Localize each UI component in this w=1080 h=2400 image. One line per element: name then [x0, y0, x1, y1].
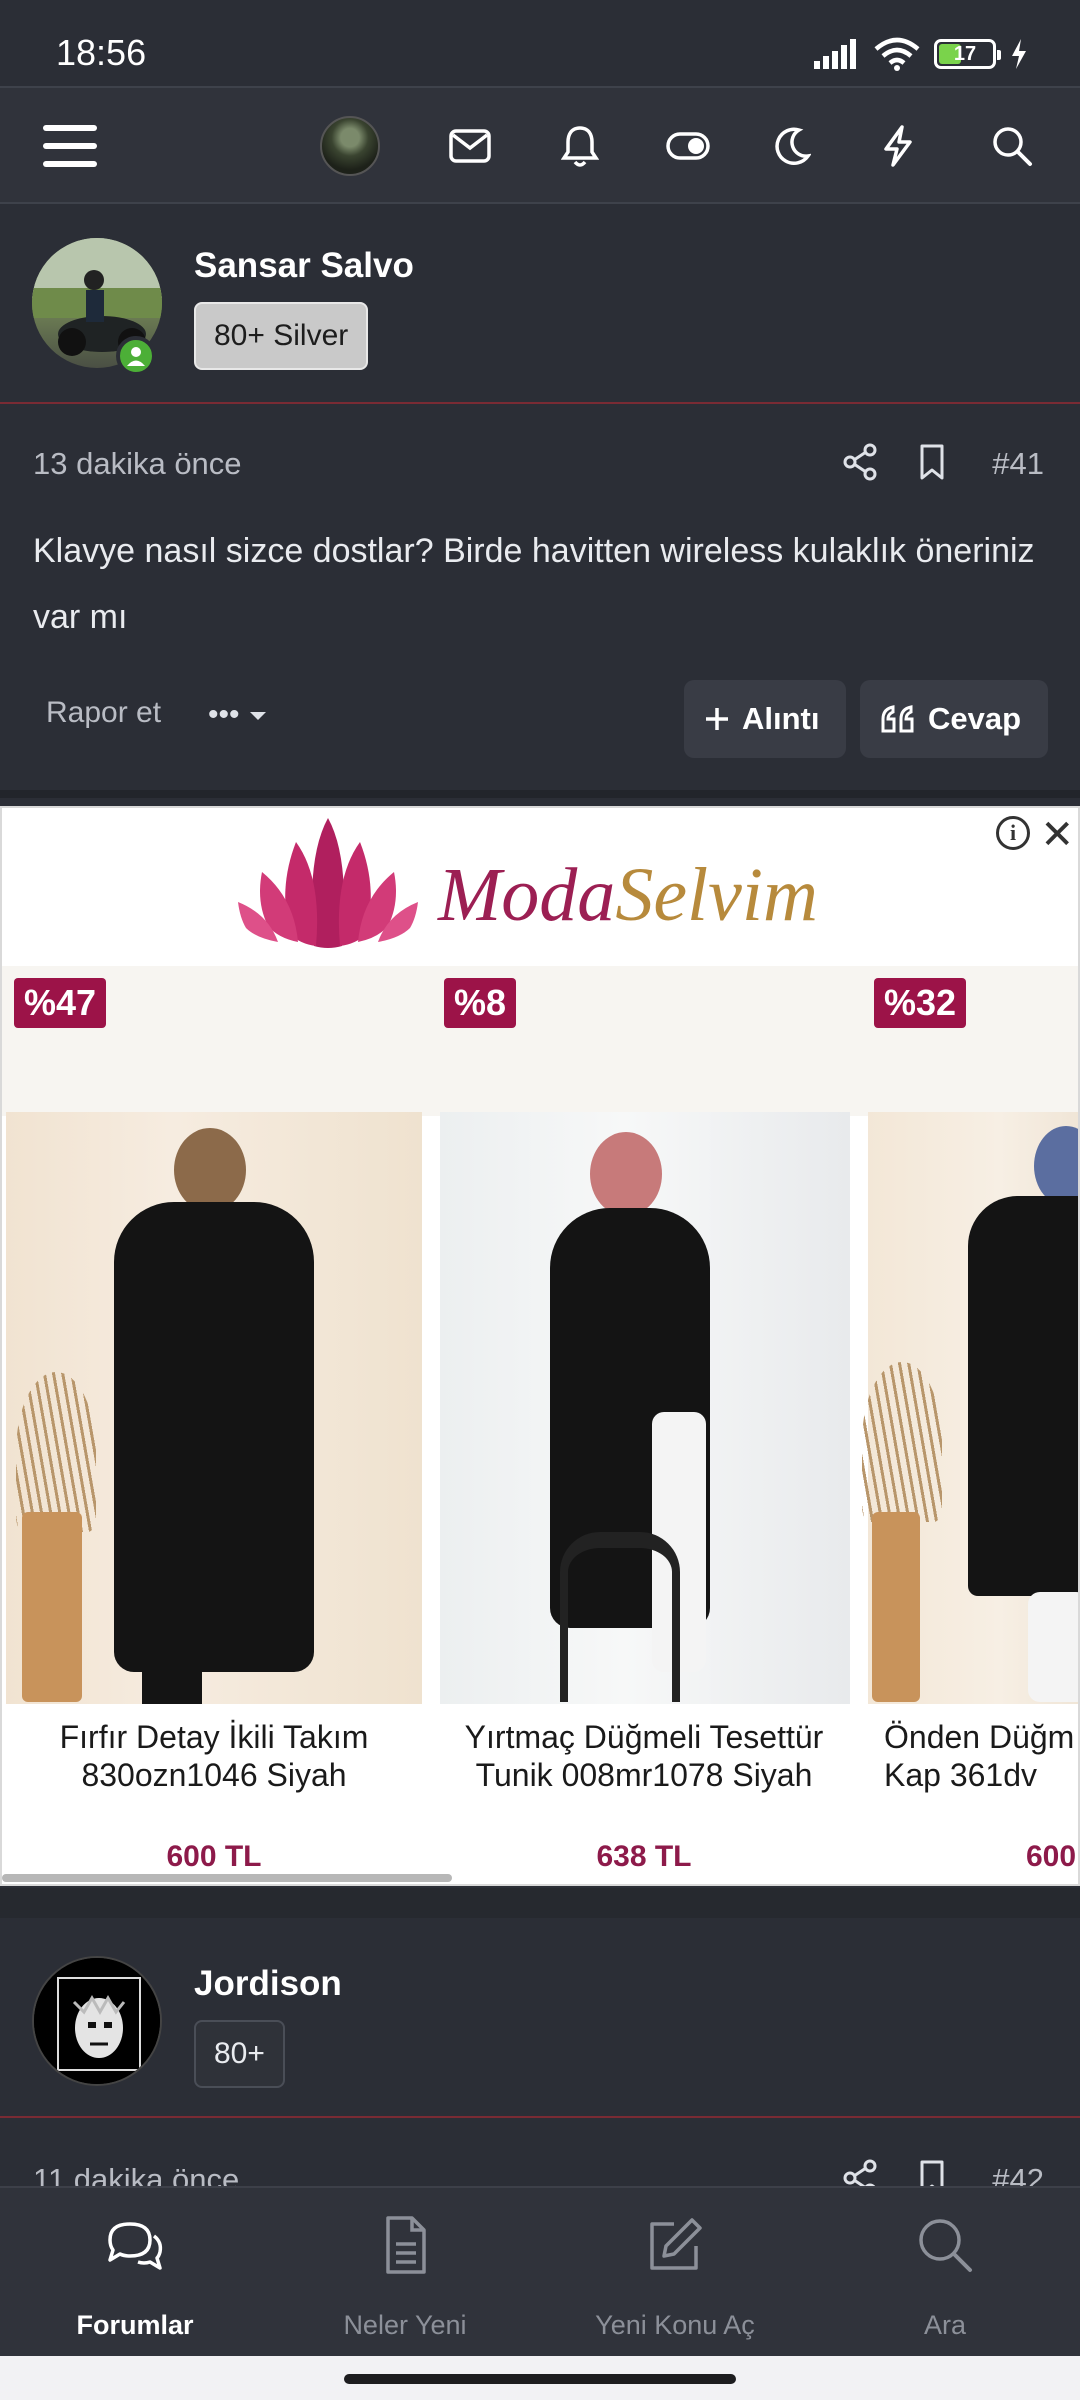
product-price: 600 TL: [166, 1840, 262, 1873]
battery-icon: 17: [934, 39, 1001, 69]
share-icon[interactable]: [840, 2158, 880, 2186]
reply-button[interactable]: Cevap: [860, 680, 1048, 758]
online-status-icon: [116, 336, 156, 376]
document-icon: [386, 2216, 426, 2274]
product-price: 600: [1026, 1840, 1077, 1873]
product-name: Yırtmaç Düğmeli Tesettür Tunik 008mr1078…: [464, 1719, 824, 1793]
advertisement-banner[interactable]: ModaSelvim i ✕ %47 Fırfır Detay İkili Ta…: [0, 806, 1080, 1886]
post-author-header: Jordison 80+: [0, 1920, 1080, 2118]
more-options-button[interactable]: •••: [208, 698, 268, 732]
menu-icon[interactable]: [38, 114, 102, 178]
product-name: Önden Düğm Kap 361dv: [884, 1719, 1075, 1793]
nav-whats-new[interactable]: Neler Yeni: [270, 2188, 540, 2358]
toggle-style-icon[interactable]: [656, 114, 720, 178]
nav-whats-new-label: Neler Yeni: [343, 2310, 467, 2340]
post-meta: 11 dakika önce #42: [0, 2128, 1080, 2186]
quote-marks-icon: [881, 705, 914, 733]
nav-search[interactable]: Ara: [810, 2188, 1080, 2358]
post-separator: [0, 790, 1080, 798]
bottom-navigation: Forumlar Neler Yeni Yeni Konu Aç Ara: [0, 2186, 1080, 2356]
forums-icon: [108, 2222, 163, 2270]
nav-forums[interactable]: Forumlar: [0, 2188, 270, 2358]
chevron-down-icon: [249, 712, 266, 721]
product-image: [440, 1112, 850, 1704]
more-dots: •••: [208, 698, 240, 731]
author-name[interactable]: Jordison: [194, 1964, 342, 2004]
quote-button[interactable]: Alıntı: [684, 680, 846, 758]
bell-icon[interactable]: [548, 114, 612, 178]
status-time: 18:56: [56, 32, 147, 73]
post-author-header: Sansar Salvo 80+ Silver: [0, 206, 1080, 404]
home-gesture-bar[interactable]: [344, 2374, 736, 2384]
wifi-icon: [874, 37, 920, 71]
charging-icon: [1012, 39, 1026, 69]
user-rank-badge: 80+ Silver: [194, 302, 369, 370]
post-time[interactable]: 11 dakika önce: [33, 2162, 239, 2186]
nav-forums-label: Forumlar: [76, 2310, 194, 2340]
post-separator: [0, 1888, 1080, 1918]
product-price: 638 TL: [596, 1840, 692, 1873]
post-number[interactable]: #41: [992, 446, 1044, 482]
plus-icon: [706, 708, 728, 730]
battery-level: 17: [953, 42, 977, 65]
user-rank-badge: 80+: [194, 2020, 285, 2088]
product-image: [6, 1112, 422, 1704]
nav-search-label: Ara: [923, 2310, 967, 2340]
gesture-area: [0, 2356, 1080, 2400]
status-icons: 17: [814, 34, 1028, 74]
lightning-icon[interactable]: [866, 114, 930, 178]
share-icon[interactable]: [840, 442, 880, 482]
search-icon[interactable]: [980, 114, 1044, 178]
top-navigation-bar: [0, 86, 1080, 204]
product-image: [862, 1112, 1078, 1704]
author-name[interactable]: Sansar Salvo: [194, 246, 414, 286]
discount-badge: %47: [14, 978, 107, 1028]
status-bar: 18:56 17: [0, 0, 1080, 86]
bookmark-icon[interactable]: [912, 2158, 952, 2186]
ad-scrollbar[interactable]: [2, 1874, 452, 1882]
nav-new-thread[interactable]: Yeni Konu Aç: [540, 2188, 810, 2358]
discount-badge: %8: [444, 978, 517, 1028]
discount-badge: %32: [874, 978, 967, 1028]
author-avatar[interactable]: [32, 1956, 162, 2086]
ad-product-card[interactable]: %32 Önden Düğm Kap 361dv 600: [862, 808, 1078, 1884]
signal-icon: [814, 39, 856, 69]
post-meta: 13 dakika önce #41: [0, 412, 1080, 512]
reply-label: Cevap: [928, 701, 1022, 736]
ad-product-card[interactable]: %8 Yırtmaç Düğmeli Tesettür Tunik 008mr1…: [432, 808, 852, 1884]
post-message: Klavye nasıl sizce dostlar? Birde havitt…: [33, 532, 1035, 636]
search-icon: [919, 2219, 972, 2272]
ad-product-card[interactable]: %47 Fırfır Detay İkili Takım 830ozn1046 …: [2, 808, 422, 1884]
bookmark-icon[interactable]: [912, 442, 952, 482]
nav-new-thread-label: Yeni Konu Aç: [595, 2310, 755, 2340]
dark-mode-moon-icon[interactable]: [760, 114, 824, 178]
inbox-icon[interactable]: [438, 114, 502, 178]
edit-icon: [650, 2218, 702, 2270]
post-actions: Rapor et ••• Alıntı Cevap: [0, 678, 1080, 760]
report-link[interactable]: Rapor et: [46, 696, 161, 730]
post-time[interactable]: 13 dakika önce: [33, 446, 242, 482]
product-name: Fırfır Detay İkili Takım 830ozn1046 Siya…: [59, 1719, 369, 1793]
post-number[interactable]: #42: [992, 2162, 1044, 2186]
account-avatar[interactable]: [318, 114, 382, 178]
quote-label: Alıntı: [742, 701, 820, 736]
